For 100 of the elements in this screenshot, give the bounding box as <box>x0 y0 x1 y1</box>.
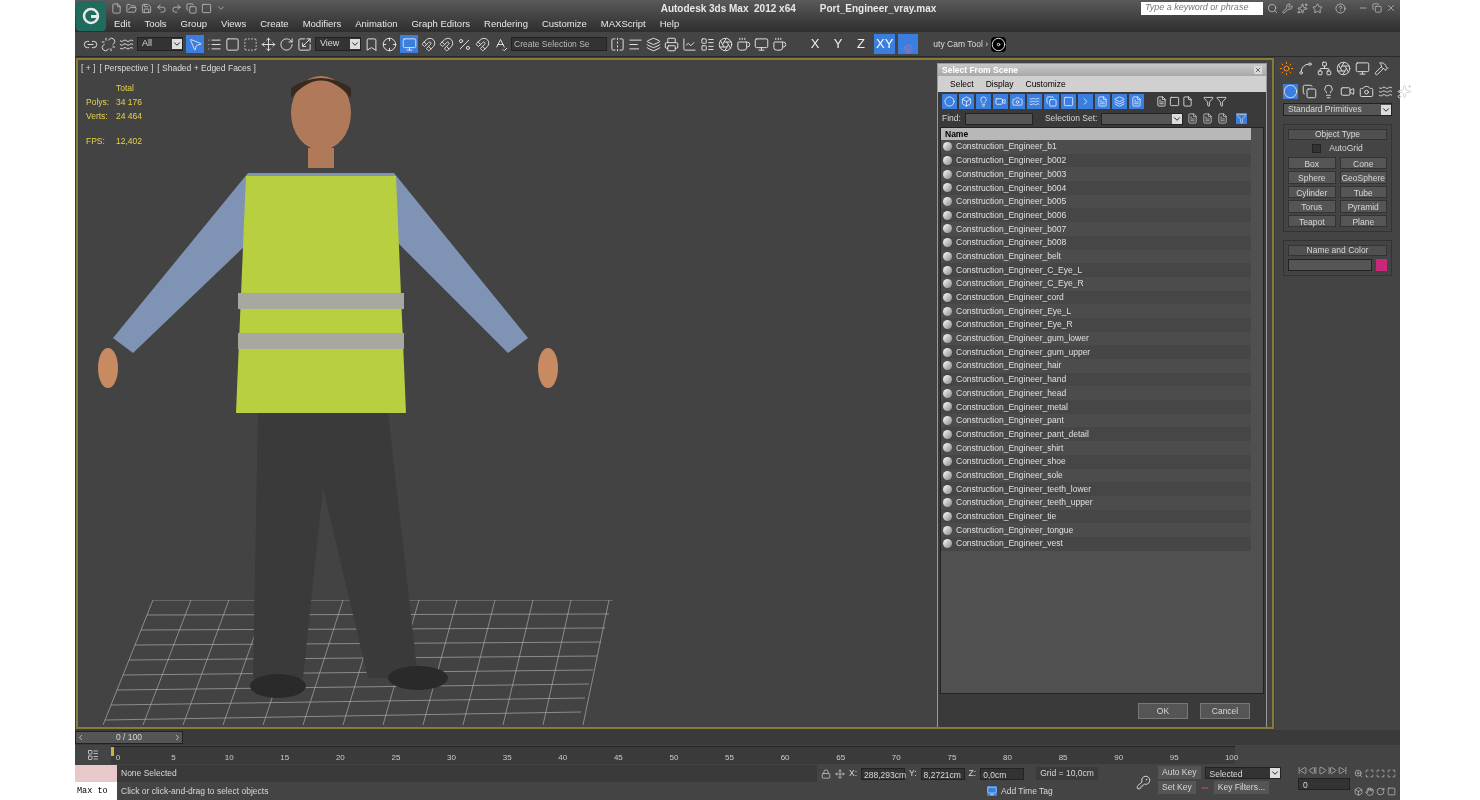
rectangle-region-icon[interactable] <box>225 36 240 52</box>
category-dropdown[interactable]: Standard Primitives <box>1283 103 1392 116</box>
menu-item[interactable]: Rendering <box>477 16 535 32</box>
snap-icon[interactable] <box>421 36 436 52</box>
mirror-icon[interactable] <box>610 36 625 52</box>
object-filter-icon[interactable] <box>976 94 991 109</box>
scene-object-row[interactable]: Construction_Engineer_b007 <box>941 222 1251 236</box>
axis-constraint-button[interactable]: Z <box>851 34 871 54</box>
name-column-header[interactable]: Name <box>941 128 1251 140</box>
coordinate-field[interactable]: 0,0cm <box>980 767 1025 780</box>
key-mode-dropdown[interactable]: Selected <box>1204 766 1281 779</box>
object-filter-icon[interactable] <box>1044 94 1059 109</box>
object-filter-icon[interactable] <box>942 94 957 109</box>
space-warps-icon[interactable] <box>1378 84 1393 99</box>
coordinate-field[interactable]: 288,293cm <box>861 767 906 780</box>
menu-item[interactable]: Animation <box>348 16 405 32</box>
close-icon[interactable] <box>1254 66 1262 74</box>
primitive-button[interactable]: Box <box>1288 156 1336 170</box>
primitive-button[interactable]: Pyramid <box>1339 200 1387 213</box>
search-field[interactable]: Type a keyword or phrase <box>1141 1 1263 15</box>
filter-icon[interactable] <box>1203 96 1214 107</box>
object-filter-icon[interactable] <box>1010 94 1025 109</box>
object-filter-icon[interactable] <box>1129 94 1144 109</box>
caret-icon[interactable] <box>172 39 182 49</box>
key-filters-button[interactable]: Key Filters... <box>1213 781 1269 794</box>
time-slider-thumb[interactable]: 0 / 100 <box>75 731 183 744</box>
dialog-menu-item[interactable]: Select <box>950 77 974 91</box>
object-filter-icon[interactable] <box>1112 94 1127 109</box>
modify-tab-icon[interactable] <box>1298 61 1313 76</box>
menu-item[interactable]: Modifiers <box>295 16 349 32</box>
axis-constraint-button[interactable]: XY <box>874 34 896 54</box>
layer-icon[interactable] <box>646 36 661 52</box>
open-folder-icon[interactable] <box>126 2 137 14</box>
menu-item[interactable]: Help <box>652 16 687 32</box>
listener-field[interactable] <box>75 765 117 782</box>
star-icon[interactable] <box>1312 2 1323 14</box>
selection-set-field[interactable]: Create Selection Se <box>511 37 607 51</box>
object-filter-icon[interactable] <box>1027 94 1042 109</box>
menu-item[interactable]: Group <box>173 16 214 32</box>
selection-filter-dropdown[interactable]: All <box>137 37 183 51</box>
primitive-button[interactable]: Cone <box>1339 156 1387 170</box>
redo-icon[interactable] <box>171 2 182 14</box>
axis-constraint-button[interactable]: Y <box>828 34 848 54</box>
curve-editor-icon[interactable] <box>682 36 697 52</box>
scene-object-row[interactable]: Construction_Engineer_b1 <box>941 140 1251 154</box>
primitive-button[interactable]: Cylinder <box>1288 185 1336 199</box>
viewport-label[interactable]: [ Perspective ] <box>99 62 154 75</box>
dialog-button[interactable]: OK <box>1138 703 1188 719</box>
next-frame-icon[interactable] <box>1328 766 1337 775</box>
close-icon[interactable] <box>1386 3 1396 13</box>
viewport-label[interactable]: [ Shaded + Edged Faces ] <box>157 62 256 75</box>
display-tab-icon[interactable] <box>1355 61 1370 76</box>
filter-options-icon[interactable] <box>1216 96 1227 107</box>
primitive-button[interactable]: GeoSphere <box>1339 171 1387 184</box>
caret-icon[interactable] <box>1269 767 1280 778</box>
dialog-button[interactable]: Cancel <box>1200 703 1250 719</box>
object-name-field[interactable] <box>1288 259 1372 272</box>
primitive-button[interactable]: Tube <box>1339 185 1387 199</box>
scene-object-row[interactable]: Construction_Engineer_head <box>941 386 1251 401</box>
axis-constraint-button[interactable]: X <box>805 34 825 54</box>
scene-object-row[interactable]: Construction_Engineer_hair <box>941 359 1251 373</box>
undo-icon[interactable] <box>156 2 167 14</box>
unlink-icon[interactable] <box>101 36 116 52</box>
utilities-tab-icon[interactable] <box>1374 61 1389 76</box>
scene-object-row[interactable]: Construction_Engineer_b004 <box>941 181 1251 195</box>
app-logo-icon[interactable] <box>76 1 106 31</box>
menu-item[interactable]: Create <box>253 16 296 32</box>
new-file-icon[interactable] <box>111 2 122 14</box>
coordinate-field[interactable]: 8,2721cm <box>920 767 965 780</box>
percent-snap-icon[interactable] <box>457 36 472 52</box>
scene-object-row[interactable]: Construction_Engineer_pant_detail <box>941 427 1251 442</box>
scene-object-row[interactable]: Construction_Engineer_metal <box>941 400 1251 414</box>
find-field[interactable] <box>964 112 1033 125</box>
lock-icon[interactable] <box>821 768 831 779</box>
object-filter-icon[interactable] <box>1061 94 1076 109</box>
selection-set-dropdown[interactable] <box>1101 112 1184 125</box>
name-color-rollout-header[interactable]: Name and Color <box>1288 245 1387 257</box>
dialog-menu-item[interactable]: Display <box>985 77 1014 91</box>
menu-item[interactable]: MAXScript <box>593 16 653 32</box>
caret-icon[interactable] <box>1381 104 1391 115</box>
previous-frame-icon[interactable] <box>1308 766 1317 775</box>
scale-icon[interactable] <box>297 36 312 52</box>
scene-object-row[interactable]: Construction_Engineer_gum_upper <box>941 345 1251 359</box>
dialog-menu-item[interactable]: Customize <box>1025 77 1066 91</box>
scene-object-row[interactable]: Construction_Engineer_tongue <box>941 523 1251 537</box>
cameras-icon[interactable] <box>1340 84 1355 99</box>
menu-item[interactable]: Edit <box>107 16 138 32</box>
scene-object-row[interactable]: Construction_Engineer_teeth_lower <box>941 482 1251 496</box>
go-to-start-icon[interactable] <box>1298 766 1307 775</box>
camera-tool-label[interactable]: uty Cam Tool › <box>933 37 988 51</box>
scene-object-row[interactable]: Construction_Engineer_shirt <box>941 441 1251 455</box>
menu-item[interactable]: Tools <box>137 16 174 32</box>
primitive-button[interactable]: Plane <box>1339 214 1387 228</box>
wrench-icon[interactable] <box>1282 2 1293 14</box>
scene-object-row[interactable]: Construction_Engineer_b006 <box>941 208 1251 223</box>
window-icon[interactable] <box>201 2 212 14</box>
geometry-icon[interactable] <box>1283 84 1298 99</box>
restore-icon[interactable] <box>1372 3 1382 13</box>
menu-item[interactable]: Views <box>213 16 254 32</box>
help-icon[interactable] <box>1335 2 1346 14</box>
